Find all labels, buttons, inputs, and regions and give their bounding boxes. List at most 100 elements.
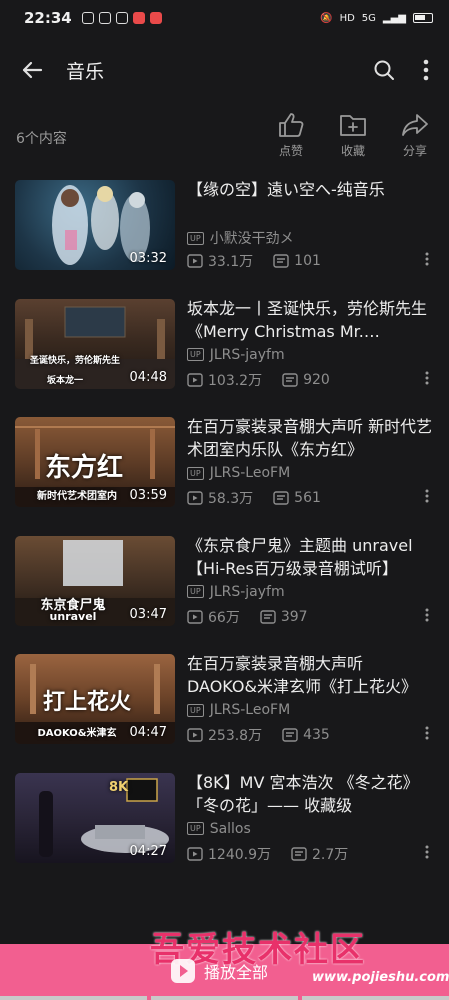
video-stats: 253.8万 435 — [187, 725, 350, 745]
video-title[interactable]: 坂本龙一丨圣诞快乐，劳伦斯先生《Merry Christmas Mr. Lawr… — [187, 297, 435, 343]
thumbnail-caption: 打上花火 — [42, 690, 131, 715]
video-thumbnail: 圣诞快乐，劳伦斯先生 坂本龙一 04:48 — [15, 298, 175, 389]
battery-icon — [413, 13, 433, 23]
uploader-row[interactable]: UP JLRS-LeoFM — [187, 465, 290, 481]
danmaku-count: 101 — [294, 253, 321, 269]
video-duration: 03:32 — [129, 251, 167, 266]
thumbnail-caption: 圣诞快乐，劳伦斯先生 — [29, 355, 120, 366]
video-thumbnail: 东方红 新时代艺术团室内 03:59 — [15, 417, 175, 507]
video-item[interactable]: 8K 04:27 【8K】MV 宮本浩次 《冬之花》「冬の花」—— 收藏级 UP… — [0, 771, 449, 890]
video-stats: 66万 397 — [187, 607, 328, 627]
network-label: 5G — [361, 12, 376, 24]
watermark-url: www.pojieshu.com — [312, 970, 449, 985]
danmaku-count: 397 — [280, 608, 308, 625]
video-title[interactable]: 【缘の空】遠い空へ-纯音乐 — [187, 178, 435, 224]
play-all-bar[interactable]: 吾爱技术社区 播放全部 www.pojieshu.com — [0, 930, 449, 1000]
app-bar: 音乐 — [0, 44, 449, 96]
thumbs-up-icon — [279, 113, 304, 137]
video-duration: 04:47 — [129, 725, 167, 740]
page-title: 音乐 — [66, 60, 105, 83]
more-vertical-icon[interactable] — [423, 59, 429, 81]
hd-icon: HD — [339, 12, 355, 24]
video-thumbnail: 打上花火 DAOKO&米津玄 04:47 — [15, 654, 175, 744]
up-badge-icon: UP — [187, 231, 204, 245]
up-badge-icon: UP — [187, 822, 204, 835]
video-title[interactable]: 在百万豪装录音棚大声听 新时代艺术团室内乐队《东方红》 — [187, 415, 435, 461]
collect-folder-icon — [340, 115, 366, 136]
play-count-icon — [187, 254, 203, 268]
danmaku-icon — [282, 728, 298, 742]
video-title[interactable]: 《东京食尸鬼》主题曲 unravel【Hi-Res百万级录音棚试听】 — [187, 534, 435, 580]
share-label: 分享 — [402, 144, 427, 158]
view-count: 58.3万 — [208, 491, 254, 507]
search-icon[interactable] — [373, 59, 395, 81]
status-bar: 22:34 🔕 HD 5G ▂▄▆ — [0, 0, 449, 36]
thumbnail-caption: 东方红 — [44, 453, 123, 483]
video-item[interactable]: 打上花火 DAOKO&米津玄 04:47 在百万豪装录音棚大声听 DAOKO&米… — [0, 652, 449, 771]
danmaku-icon — [273, 254, 289, 268]
video-item[interactable]: 东京食尸鬼 unravel 03:47 《东京食尸鬼》主题曲 unravel【H… — [0, 534, 449, 653]
item-more-icon[interactable] — [425, 608, 429, 622]
collect-label: 收藏 — [340, 144, 365, 158]
danmaku-count: 920 — [303, 371, 330, 388]
danmaku-icon — [260, 609, 276, 624]
uploader-name: JLRS-LeoFM — [209, 702, 291, 718]
uploader-name: Sallos — [209, 820, 251, 837]
uploader-row[interactable]: UP JLRS-jayfm — [187, 584, 285, 600]
system-icons: 🔕 HD 5G ▂▄▆ — [320, 13, 433, 24]
uploader-row[interactable]: UP Sallos — [187, 821, 251, 837]
folder-summary: 6个内容 点赞 收藏 分享 — [0, 110, 449, 166]
play-count-icon — [187, 372, 203, 387]
video-item[interactable]: 圣诞快乐，劳伦斯先生 坂本龙一 04:48 坂本龙一丨圣诞快乐，劳伦斯先生《Me… — [0, 297, 449, 416]
danmaku-count: 561 — [294, 490, 321, 506]
danmaku-icon — [282, 372, 298, 387]
uploader-row[interactable]: UP JLRS-jayfm — [187, 347, 285, 363]
video-title[interactable]: 【8K】MV 宮本浩次 《冬之花》「冬の花」—— 收藏级 — [187, 771, 435, 817]
uploader-name: JLRS-LeoFM — [209, 465, 291, 481]
play-all-button[interactable]: 播放全部 — [170, 958, 268, 984]
app-notification-icon — [115, 12, 128, 24]
video-thumbnail: 03:32 — [15, 180, 175, 270]
app-notification-icon — [149, 12, 162, 24]
share-button[interactable]: 分享 — [397, 112, 433, 159]
like-button[interactable]: 点赞 — [273, 112, 309, 159]
uploader-name: JLRS-jayfm — [209, 346, 285, 363]
play-all-label: 播放全部 — [204, 963, 269, 982]
video-stats: 1240.9万 2.7万 — [187, 844, 368, 864]
back-arrow-icon[interactable] — [20, 58, 44, 82]
item-more-icon[interactable] — [425, 726, 429, 740]
uploader-row[interactable]: UP JLRS-LeoFM — [187, 702, 290, 718]
danmaku-count: 2.7万 — [312, 846, 349, 863]
app-notification-icon — [98, 12, 111, 24]
video-item[interactable]: 03:32 【缘の空】遠い空へ-纯音乐 UP 小默没干劲メ 33.1万 101 — [0, 178, 449, 297]
danmaku-icon — [291, 846, 307, 861]
app-notification-icon — [132, 12, 145, 24]
app-notification-icon — [81, 12, 94, 24]
video-title[interactable]: 在百万豪装录音棚大声听 DAOKO&米津玄师《打上花火》 — [187, 652, 435, 698]
uploader-name: JLRS-jayfm — [209, 583, 285, 600]
item-more-icon[interactable] — [425, 489, 429, 503]
danmaku-icon — [273, 491, 289, 505]
item-more-icon[interactable] — [425, 845, 429, 859]
item-more-icon[interactable] — [425, 252, 429, 266]
uploader-row[interactable]: UP 小默没干劲メ — [187, 228, 294, 248]
up-badge-icon: UP — [187, 585, 204, 598]
notification-icons — [81, 12, 162, 24]
video-duration: 03:59 — [129, 488, 167, 503]
view-count: 103.2万 — [208, 372, 263, 389]
video-stats: 58.3万 561 — [187, 488, 341, 508]
video-duration: 03:47 — [129, 606, 167, 622]
item-more-icon[interactable] — [425, 371, 429, 385]
play-icon — [171, 959, 195, 983]
up-badge-icon: UP — [187, 466, 204, 480]
like-label: 点赞 — [278, 144, 303, 158]
video-item[interactable]: 东方红 新时代艺术团室内 03:59 在百万豪装录音棚大声听 新时代艺术团室内乐… — [0, 415, 449, 534]
video-duration: 04:48 — [129, 369, 167, 385]
play-count-icon — [187, 846, 203, 861]
video-stats: 33.1万 101 — [187, 251, 341, 271]
up-badge-icon: UP — [187, 348, 204, 361]
gesture-bar — [0, 996, 449, 1000]
quality-badge: 8K — [109, 779, 129, 795]
status-time: 22:34 — [24, 9, 72, 27]
collect-button[interactable]: 收藏 — [335, 112, 371, 159]
